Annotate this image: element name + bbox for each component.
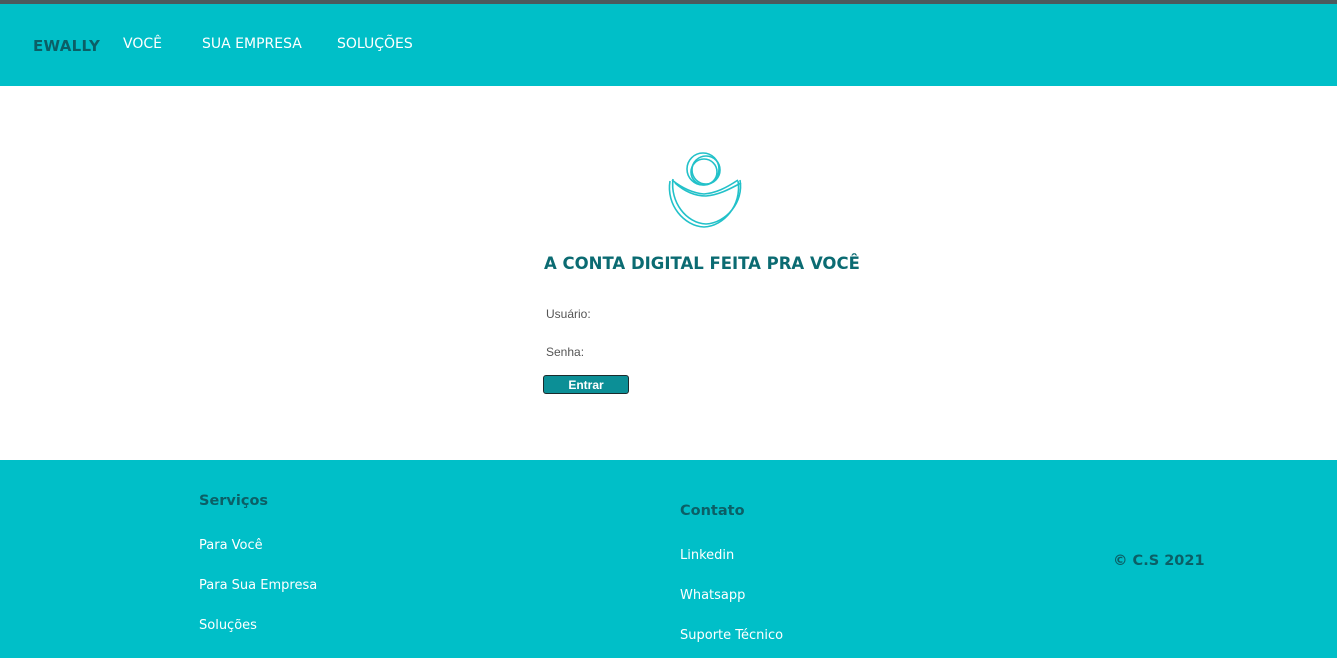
footer-link-para-sua-empresa[interactable]: Para Sua Empresa (199, 578, 317, 593)
username-field[interactable] (596, 305, 766, 321)
site-footer: Serviços Para Você Para Sua Empresa Solu… (0, 460, 1337, 658)
username-label: Usuário: (546, 307, 591, 321)
password-label: Senha: (546, 345, 585, 359)
person-hug-icon (668, 152, 742, 228)
brand-logo-text[interactable]: EWALLY (33, 37, 100, 55)
nav-link-sua-empresa[interactable]: SUA EMPRESA (202, 36, 302, 52)
password-field[interactable] (596, 343, 766, 359)
copyright-text: © C.S 2021 (1113, 553, 1205, 569)
nav-link-solucoes[interactable]: SOLUÇÕES (337, 36, 413, 52)
page-headline: A CONTA DIGITAL FEITA PRA VOCÊ (544, 254, 860, 273)
footer-link-whatsapp[interactable]: Whatsapp (680, 588, 745, 603)
footer-heading-contato: Contato (680, 503, 745, 519)
footer-link-para-voce[interactable]: Para Você (199, 538, 263, 553)
footer-link-solucoes[interactable]: Soluções (199, 618, 257, 633)
footer-link-suporte-tecnico[interactable]: Suporte Técnico (680, 628, 783, 643)
footer-heading-servicos: Serviços (199, 493, 269, 509)
nav-link-voce[interactable]: VOCÊ (123, 36, 162, 52)
site-header: EWALLY VOCÊ SUA EMPRESA SOLUÇÕES (0, 4, 1337, 86)
footer-link-linkedin[interactable]: Linkedin (680, 548, 734, 563)
login-button[interactable]: Entrar (543, 375, 629, 394)
